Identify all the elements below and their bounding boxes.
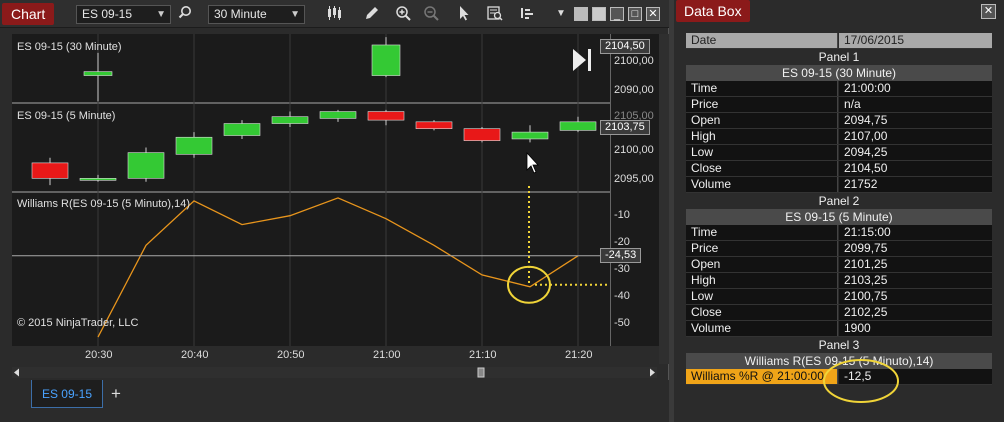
- candle-up: [79, 178, 117, 181]
- candle-up: [175, 136, 213, 155]
- highlight-overlay: [823, 359, 899, 403]
- candle-down: [367, 111, 405, 121]
- vertical-scrollbar[interactable]: [659, 34, 669, 364]
- williams-r-line: [97, 197, 579, 338]
- p2-tick: 2095,00: [614, 173, 654, 185]
- price-axis[interactable]: 2100,00 2090,00 2105,00 2100,00 2095,00 …: [610, 34, 659, 346]
- zoom-out-icon[interactable]: [422, 5, 440, 23]
- data-box-window: Data Box ✕ Date 17/06/2015 Panel 1 ES 09…: [674, 0, 1004, 422]
- skip-to-end-icon: [573, 49, 586, 71]
- chart-plot-area[interactable]: [12, 34, 610, 346]
- window-layout-icon[interactable]: [592, 7, 606, 21]
- candle-down: [415, 121, 453, 129]
- time-axis-label: 21:10: [469, 349, 497, 361]
- p3-tick: -50: [614, 317, 630, 329]
- search-icon[interactable]: [176, 5, 194, 23]
- highlight-circle: [823, 359, 899, 403]
- candle-up: [127, 152, 165, 179]
- data-box-icon[interactable]: [486, 5, 504, 23]
- panel3-label: Williams R(ES 09-15 (5 Minuto),14): [17, 198, 190, 210]
- candlestick-icon[interactable]: [325, 5, 343, 23]
- candle-up: [371, 44, 401, 76]
- chevron-down-icon: ▼: [156, 9, 166, 20]
- p3-tick: -10: [614, 209, 630, 221]
- candle-up: [511, 131, 549, 140]
- time-axis-label: 20:40: [181, 349, 209, 361]
- interval-value: 30 Minute: [214, 7, 267, 21]
- window-tile-icon[interactable]: [574, 7, 588, 21]
- p3-last-value-tag: -24,53: [600, 248, 642, 263]
- p1-last-price-tag: 2104,50: [600, 39, 650, 54]
- instrument-select[interactable]: ES 09-15 ▼: [76, 5, 171, 24]
- tab-es-09-15[interactable]: ES 09-15: [31, 380, 103, 408]
- p1-tick: 2100,00: [614, 55, 654, 67]
- chart-window: Chart ES 09-15 ▼ 30 Minute ▼ ▼ _ □ ✕ 210…: [0, 0, 669, 422]
- p3-tick: -40: [614, 290, 630, 302]
- horizontal-scrollbar[interactable]: [12, 367, 657, 378]
- skip-to-end-icon-bar: [588, 49, 591, 71]
- mouse-pointer-icon: [526, 151, 539, 174]
- chevron-down-icon: ▼: [290, 9, 300, 20]
- chart-window-title: Chart: [2, 3, 55, 25]
- interval-select[interactable]: 30 Minute ▼: [208, 5, 305, 24]
- chart-toolbar: Chart ES 09-15 ▼ 30 Minute ▼ ▼ _ □ ✕: [0, 0, 669, 28]
- scroll-thumb[interactable]: [477, 367, 485, 378]
- pencil-icon[interactable]: [363, 5, 381, 23]
- time-axis-label: 20:50: [277, 349, 305, 361]
- pointer-icon[interactable]: [455, 5, 473, 23]
- copyright-text: © 2015 NinjaTrader, LLC: [17, 317, 139, 329]
- candle-up: [271, 116, 309, 124]
- properties-icon[interactable]: [520, 5, 538, 23]
- p2-tick: 2100,00: [614, 144, 654, 156]
- time-axis-label: 21:00: [373, 349, 401, 361]
- zoom-in-icon[interactable]: [394, 5, 412, 23]
- candle-up: [319, 111, 357, 119]
- chart-tab-bar: ES 09-15 +: [0, 380, 669, 422]
- maximize-icon[interactable]: □: [628, 7, 642, 21]
- candle-down: [31, 162, 69, 179]
- dropdown-arrow-icon[interactable]: ▼: [552, 5, 570, 23]
- time-axis-label: 20:30: [85, 349, 113, 361]
- panel1-label: ES 09-15 (30 Minute): [17, 41, 122, 53]
- minimize-icon[interactable]: _: [610, 7, 624, 21]
- close-icon[interactable]: ✕: [646, 7, 660, 21]
- candle-up: [559, 121, 597, 131]
- candle-down: [463, 128, 501, 141]
- add-tab-button[interactable]: +: [106, 383, 126, 405]
- p2-last-price-tag: 2103,75: [600, 120, 650, 135]
- p3-tick: -30: [614, 263, 630, 275]
- chart-svg: [12, 34, 610, 346]
- scroll-left-icon[interactable]: [14, 368, 19, 377]
- p3-tick: -20: [614, 236, 630, 248]
- panel2-label: ES 09-15 (5 Minute): [17, 110, 116, 122]
- p1-tick: 2090,00: [614, 84, 654, 96]
- scroll-right-icon[interactable]: [650, 368, 655, 377]
- time-axis-label: 21:20: [565, 349, 593, 361]
- instrument-value: ES 09-15: [82, 7, 133, 21]
- candle-up: [223, 123, 261, 136]
- candle-up: [83, 71, 113, 76]
